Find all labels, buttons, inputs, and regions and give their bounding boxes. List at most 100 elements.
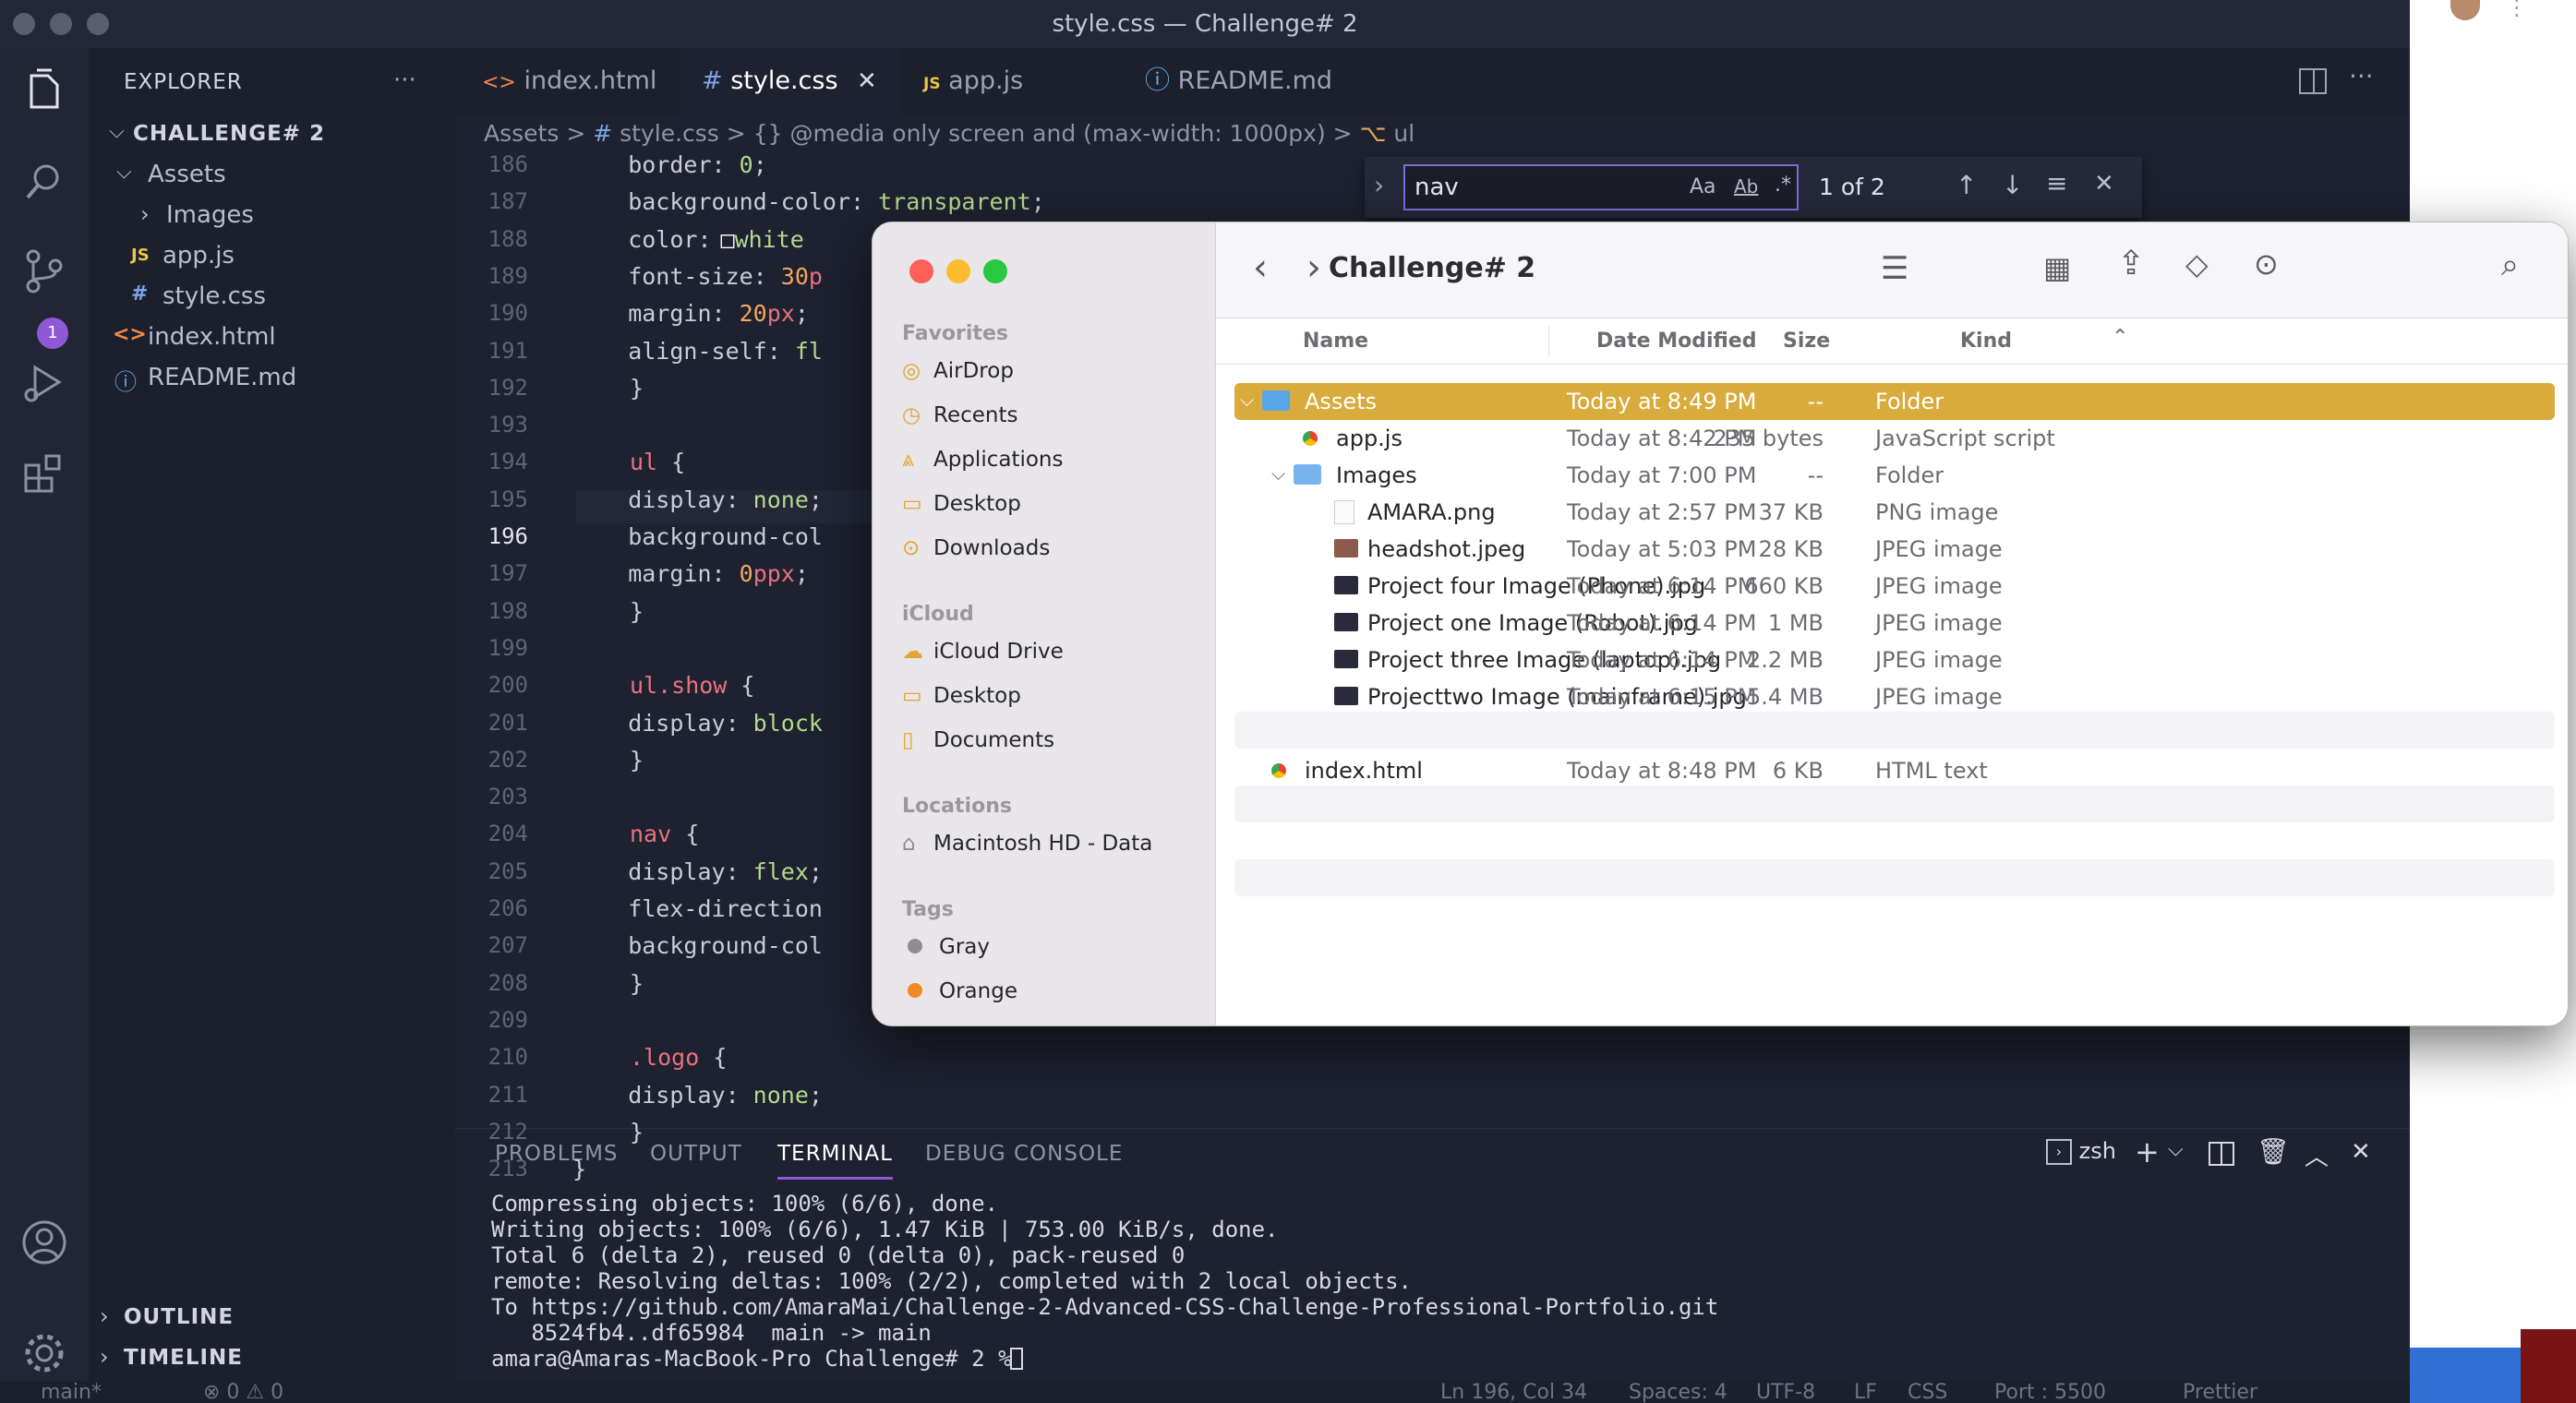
list-view-icon[interactable]: ☰ [1881,250,1908,287]
next-match-icon[interactable]: ↓ [2002,170,2023,200]
chevron-down-icon[interactable]: ⌵ [1240,389,1254,411]
split-terminal-icon[interactable] [2209,1142,2234,1166]
toggle-replace-icon[interactable]: › [1374,170,1384,200]
disk-icon: ⌂ [902,832,916,856]
search-icon[interactable]: ⌕ [2501,246,2519,283]
split-editor-icon[interactable] [2299,68,2327,94]
live-server-port[interactable]: Port : 5500 [1994,1381,2106,1403]
tab-index-html[interactable]: <> index.html [454,48,680,114]
sidebar-item-downloads[interactable]: ⊙ Downloads [902,536,1050,560]
file-row[interactable]: headshot.jpeg Today at 5:03 PM 28 KB JPEG i… [1234,531,2555,568]
more-actions-icon[interactable]: ··· [2349,61,2374,91]
close-window-button[interactable] [909,259,933,283]
more-actions-icon[interactable]: ··· [393,66,416,94]
line-number: 209 [488,1007,528,1033]
file-row[interactable]: Projecttwo Image (mainframe).jpg Today at… [1234,678,2555,715]
match-case-button[interactable]: Aa [1690,175,1716,198]
language-mode[interactable]: CSS [1908,1381,1947,1403]
chevron-down-icon[interactable]: ⌵ [2168,1138,2184,1161]
file-row[interactable]: ⌵ Assets Today at 8:49 PM -- Folder [1234,383,2555,420]
line-number: 204 [488,821,528,846]
terminal-shell-selector[interactable]: › zsh [2046,1138,2116,1165]
whole-word-button[interactable]: Ab [1734,175,1758,198]
avatar[interactable] [2450,0,2480,20]
chevron-down-icon[interactable]: ⌵ [1271,462,1285,485]
group-icon[interactable]: ▦ [2043,250,2071,285]
file-row[interactable]: Project four Image (Phone).jpg Today at 6… [1234,568,2555,605]
close-find-icon[interactable]: ✕ [2094,170,2114,198]
close-tab-icon[interactable]: ✕ [857,48,877,114]
sidebar-item-desktop[interactable]: ▭ Desktop [902,492,1021,516]
search-icon[interactable] [18,157,70,209]
sidebar-tag-orange[interactable]: Orange [902,979,1017,1003]
empty-row [1234,785,2555,822]
source-control-icon[interactable] [18,246,70,297]
tab-style-css[interactable]: # style.css ✕ [680,48,901,114]
tab-readme[interactable]: ⓘ README.md [1123,48,1370,114]
date-column-header[interactable]: Date Modified [1596,330,1756,353]
tab-output[interactable]: OUTPUT [650,1142,742,1166]
close-panel-icon[interactable]: ✕ [2351,1138,2371,1166]
action-menu-icon[interactable]: ⊙ [2254,246,2279,282]
cursor-position[interactable]: Ln 196, Col 34 [1440,1381,1587,1403]
explorer-files-icon[interactable] [18,66,70,118]
size-column-header[interactable]: Size [1783,330,1830,353]
file-row[interactable]: AMARA.png Today at 2:57 PM 37 KB PNG image [1234,494,2555,531]
tab-debug-console[interactable]: DEBUG CONSOLE [925,1142,1123,1166]
kill-terminal-trash-icon[interactable]: 🗑 [2257,1136,2290,1167]
css-property: border: [572,151,726,178]
zoom-window-button[interactable] [983,259,1007,283]
find-in-selection-icon[interactable]: ≡ [2046,168,2067,198]
settings-gear-icon[interactable] [18,1327,70,1379]
regex-button[interactable]: .* [1775,174,1791,197]
file-size: 5.4 MB [1747,684,1824,710]
kind-column-header[interactable]: Kind [1960,330,2012,353]
file-row[interactable]: ⌵ Images Today at 7:00 PM -- Folder [1234,457,2555,494]
sidebar-item-desktop[interactable]: ▭ Desktop [902,684,1021,708]
prettier-status[interactable]: Prettier [2183,1381,2257,1403]
branch-indicator[interactable]: main* [41,1381,102,1403]
problems-indicator[interactable]: ⊗ 0 ⚠ 0 [203,1381,283,1403]
line-number: 200 [488,672,528,698]
breadcrumb-symbol[interactable]: ul [1393,120,1414,147]
share-icon[interactable]: ⇪ [2117,245,2145,282]
breadcrumb-file[interactable]: style.css [620,120,719,147]
minimize-window-button[interactable] [946,259,970,283]
file-row[interactable]: Project three Image (laptop).jpg Today at… [1234,642,2555,678]
extensions-icon[interactable] [18,447,70,498]
more-menu-icon[interactable]: ⋮ [2506,0,2528,20]
tag-icon[interactable]: ◇ [2185,246,2209,282]
encoding[interactable]: UTF-8 [1756,1381,1815,1403]
sidebar-item-recents[interactable]: ◷ Recents [902,403,1017,427]
file-row[interactable]: index.html Today at 8:48 PM 6 KB HTML text [1234,752,2555,789]
forward-button[interactable]: › [1306,246,1321,289]
sidebar-item-macintosh-hd[interactable]: ⌂ Macintosh HD - Data [902,832,1152,856]
sidebar-item-documents[interactable]: ▯ Documents [902,728,1054,752]
file-row[interactable]: Project one Image (Robot).jpg Today at 6:… [1234,605,2555,642]
previous-match-icon[interactable]: ↑ [1956,170,1977,200]
folder-root[interactable]: ⌵ CHALLENGE# 2 [96,120,454,153]
tab-terminal[interactable]: TERMINAL [777,1142,893,1180]
back-button[interactable]: ‹ [1253,246,1268,289]
file-row[interactable]: app.js Today at 8:42 PM 235 bytes JavaScrip… [1234,420,2555,457]
tab-app-js[interactable]: JS app.js [901,48,1123,114]
sidebar-item-icloud-drive[interactable]: ☁ iCloud Drive [902,640,1064,664]
file-kind: Folder [1875,389,1944,414]
html-file-icon: <> [482,71,516,94]
name-column-header[interactable]: Name [1303,330,1368,353]
new-terminal-icon[interactable]: + [2135,1134,2160,1169]
sidebar-item-airdrop[interactable]: ◎ AirDrop [902,359,1014,383]
finder-sidebar: Favorites iCloud Locations Tags ◎ AirDrop… [873,222,1216,1025]
photo-thumb-icon [1334,650,1358,668]
maximize-panel-icon[interactable]: ︿ [2305,1138,2329,1172]
sidebar-tag-gray[interactable]: Gray [902,935,990,959]
account-icon[interactable] [18,1217,70,1268]
sidebar-item-applications[interactable]: ⩓ Applications [902,448,1064,472]
line-endings[interactable]: LF [1854,1381,1877,1403]
css-value: none [739,486,809,513]
breadcrumb-assets[interactable]: Assets [484,120,559,147]
breadcrumb-media-query[interactable]: @media only screen and (max-width: 1000p… [789,120,1325,147]
css-property: display: [572,1082,740,1109]
run-debug-icon[interactable] [18,358,70,410]
indentation[interactable]: Spaces: 4 [1629,1381,1727,1403]
